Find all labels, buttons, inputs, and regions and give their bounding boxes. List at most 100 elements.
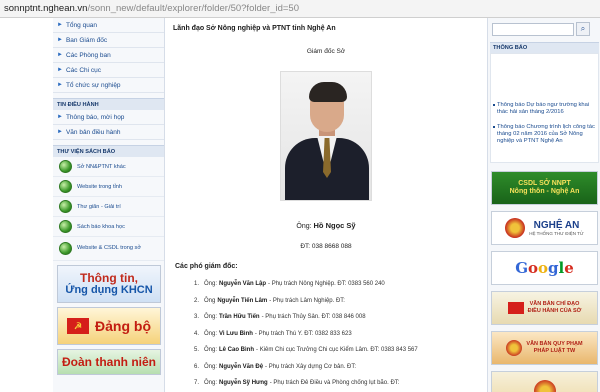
list-item: 2. Ông Nguyễn Tiến Lâm - Phụ trách Lâm Nghi… [194, 297, 345, 304]
google-letter: o [528, 259, 539, 277]
director-name-line: Ông: Hồ Ngọc Sỹ [166, 221, 486, 230]
arrow-icon: ► [57, 114, 63, 120]
banner-text: Thông tin, [80, 271, 138, 285]
address-path: /sonn_new/default/explorer/folder/50?fol… [87, 3, 299, 14]
list-item: 4. Ông: Vi Lưu Bình - Phụ trách Thú Y. ĐT: … [194, 330, 352, 337]
google-letter: e [564, 259, 574, 277]
search-input[interactable] [492, 23, 574, 36]
nav-label: Các Phòng ban [65, 51, 111, 59]
youth-union-banner[interactable]: Đoàn thanh niên [57, 349, 161, 375]
library-item-entertainment[interactable]: Thư giãn - Giải trí [53, 197, 164, 217]
nav-item-board[interactable]: ► Ban Giám đốc [53, 33, 164, 48]
list-item: 3. Ông: Trần Hữu Tiến - Phụ trách Thủy Sản.… [194, 314, 366, 321]
banner-text: NGHỆ AN [533, 220, 580, 231]
list-item: 6. Ông: Nguyễn Văn Đệ - Phụ trách Xây dựng … [194, 363, 357, 370]
banner-text: PHÁP LUẬT TW [533, 348, 576, 354]
director-phone: ĐT: 038 8668 088 [300, 243, 352, 250]
notice-heading: THÔNG BÁO [490, 42, 599, 53]
list-item: 5. Ông: Lê Cao Bình - Kiêm Chi cục Trưởng C… [194, 347, 418, 354]
notice-text: Thông báo Chương trình lịch công tác thá… [497, 124, 595, 144]
library-label: Website trong tỉnh [77, 183, 122, 190]
arrow-icon: ► [57, 129, 63, 135]
nav-item-departments[interactable]: ► Các Phòng ban [53, 48, 164, 63]
nav-item-overview[interactable]: ► Tổng quan [53, 18, 164, 33]
news-nav: ► Thông báo, mời họp ► Văn bản điều hành [53, 110, 164, 140]
nav-item-organizations[interactable]: ► Tổ chức sự nghiệp [53, 78, 164, 93]
banner-text: VĂN BẢN CHỈ ĐẠO [529, 301, 580, 307]
emblem-icon [506, 340, 523, 356]
address-host: sonnptnt.nghean.vn [4, 3, 88, 14]
science-info-banner[interactable]: Thông tin, Ứng dụng KHCN [57, 265, 161, 303]
search-button[interactable]: ⌕ [576, 22, 590, 36]
nav-item-documents[interactable]: ► Văn bản điều hành [53, 125, 164, 140]
address-bar[interactable]: sonnptnt.nghean.vn /sonn_new/default/exp… [0, 0, 600, 18]
library-item-other-depts[interactable]: Sở NN&PTNT khác [53, 157, 164, 177]
google-banner[interactable]: Google [491, 251, 598, 285]
list-item: 7. Ông: Nguyễn Sỹ Hưng - Phụ trách Đê Điều … [194, 380, 400, 387]
library-label: Sở NN&PTNT khác [77, 163, 126, 170]
director-caption: Giám đốc Sở [306, 48, 346, 55]
globe-icon [59, 160, 72, 173]
globe-icon [59, 242, 72, 255]
page-title: Lãnh đạo Sở Nông nghiệp và PTNT tỉnh Ngh… [173, 25, 336, 32]
email-system-banner[interactable]: NGHỆ AN HỆ THỐNG THƯ ĐIỆN TỬ [491, 211, 598, 245]
party-banner[interactable]: ☭ Đảng bộ [57, 307, 161, 345]
director-name: Hồ Ngọc Sỹ [313, 221, 356, 230]
director-prefix: Ông: [296, 223, 312, 230]
main-nav: ► Tổng quan ► Ban Giám đốc ► Các Phòng ban … [53, 18, 164, 93]
national-emblem-banner[interactable] [491, 371, 598, 392]
deputies-list: 1. Ông: Nguyễn Văn Lập - Phụ trách Nông Ngh… [194, 276, 418, 392]
arrow-icon: ► [57, 67, 63, 73]
nav-label: Ban Giám đốc [65, 36, 108, 44]
library-label: Thư giãn - Giải trí [77, 203, 121, 210]
banner-text: ĐIỀU HÀNH CỦA SỞ [527, 308, 582, 314]
deputies-heading: Các phó giám đốc: [175, 263, 238, 270]
library-item-databases[interactable]: Website & CSDL trong sở [53, 237, 164, 261]
globe-icon [59, 200, 72, 213]
emblem-icon [505, 218, 526, 238]
nav-item-notices[interactable]: ► Thông báo, mời họp [53, 110, 164, 125]
news-section-title: TIN ĐIỀU HÀNH [53, 98, 164, 110]
banner-text: HỆ THỐNG THƯ ĐIỆN TỬ [529, 231, 584, 236]
notice-text: Thông báo Dự báo ngư trường khai thác hả… [497, 102, 590, 115]
google-letter: g [548, 259, 559, 277]
banner-text: Đảng bộ [95, 318, 151, 334]
nav-label: Các Chi cục [65, 66, 101, 74]
nav-label: Thông báo, mời họp [65, 113, 125, 121]
legal-docs-banner[interactable]: VĂN BẢN QUY PHẠM PHÁP LUẬT TW [491, 331, 598, 365]
notice-link[interactable]: Thông báo Dự báo ngư trường khai thác hả… [493, 102, 597, 116]
arrow-icon: ► [57, 52, 63, 58]
rural-database-banner[interactable]: CSDL SỞ NNPT Nông thôn - Nghệ An [491, 171, 598, 205]
nav-label: Tổng quan [65, 21, 98, 29]
national-emblem-icon [533, 379, 556, 392]
main-content: Lãnh đạo Sở Nông nghiệp và PTNT tỉnh Ngh… [166, 18, 486, 392]
library-label: Sách báo khoa học [77, 223, 125, 230]
party-flag-icon: ☭ [67, 318, 89, 334]
library-label: Website & CSDL trong sở [77, 245, 141, 251]
notice-box: Thông báo Dự báo ngư trường khai thác hả… [490, 53, 599, 163]
directive-docs-banner[interactable]: VĂN BẢN CHỈ ĐẠO ĐIỀU HÀNH CỦA SỞ [491, 291, 598, 325]
right-sidebar: ⌕ THÔNG BÁO Thông báo Dự báo ngư trường … [487, 18, 600, 392]
director-portrait [280, 71, 372, 201]
notice-link[interactable]: Thông báo Chương trình lịch công tác thá… [493, 124, 597, 145]
banner-text: Nông thôn - Nghệ An [509, 188, 580, 195]
search-icon: ⌕ [580, 24, 586, 33]
banner-text: Ứng dụng KHCN [65, 284, 153, 296]
google-letter: o [538, 259, 549, 277]
nav-label: Văn bản điều hành [65, 128, 121, 136]
google-letter: G [515, 259, 529, 277]
list-item: 1. Ông: Nguyễn Văn Lập - Phụ trách Nông Ngh… [194, 281, 385, 288]
globe-icon [59, 220, 72, 233]
arrow-icon: ► [57, 37, 63, 43]
nav-item-subdepartments[interactable]: ► Các Chi cục [53, 63, 164, 78]
banner-text: VĂN BẢN QUY PHẠM [526, 341, 583, 347]
globe-icon [59, 180, 72, 193]
library-item-province-websites[interactable]: Website trong tỉnh [53, 177, 164, 197]
banner-text: CSDL SỞ NNPT [518, 180, 571, 187]
library-item-science[interactable]: Sách báo khoa học [53, 217, 164, 237]
nav-label: Tổ chức sự nghiệp [65, 81, 121, 89]
banner-text: Đoàn thanh niên [62, 355, 156, 369]
arrow-icon: ► [57, 82, 63, 88]
left-sidebar: ► Tổng quan ► Ban Giám đốc ► Các Phòng ban … [53, 18, 165, 392]
arrow-icon: ► [57, 22, 63, 28]
